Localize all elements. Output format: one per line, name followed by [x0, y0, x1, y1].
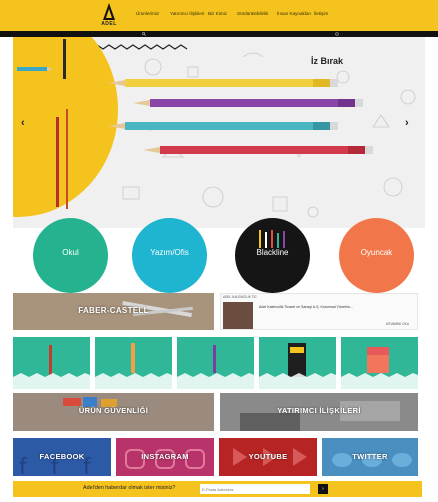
category-oyuncak[interactable]: Oyuncak [339, 218, 414, 293]
product-pencil-image [13, 345, 90, 389]
news-thumbnail[interactable] [223, 302, 253, 329]
newsletter-email-input[interactable] [200, 484, 310, 494]
twitter-label: TWITTER [352, 452, 388, 461]
category-label: Okul [62, 248, 79, 257]
hero-slider[interactable]: İz Bırak ‹ › [13, 37, 425, 228]
nav-item-about[interactable]: Biz Kimiz [208, 11, 227, 16]
newsletter-text: Adel'den haberdar olmak ister misiniz? [83, 485, 176, 491]
product-tile-2[interactable] [95, 337, 172, 389]
category-yazim-ofis[interactable]: Yazım/Ofis [132, 218, 207, 293]
search-icon[interactable] [142, 32, 146, 36]
newsletter-submit-button[interactable]: › [318, 484, 328, 494]
faber-castell-label: FABER-CASTELL [78, 306, 149, 315]
investor-relations-banner[interactable]: YATIRIMCI İLİŞKİLERİ [220, 393, 418, 431]
hero-pencils [17, 39, 373, 209]
nav-item-hr[interactable]: İnsan Kaynakları [277, 11, 311, 16]
product-safety-banner[interactable]: ÜRÜN GÜVENLİĞİ [13, 393, 214, 431]
category-okul[interactable]: Okul [33, 218, 108, 293]
nav-item-investor[interactable]: Yatırımcı İlişkileri [170, 11, 204, 16]
slider-prev-arrow[interactable]: ‹ [21, 117, 25, 129]
product-tile-1[interactable] [13, 337, 90, 389]
product-tile-5[interactable] [341, 337, 418, 389]
slider-next-arrow[interactable]: › [405, 117, 409, 129]
instagram-tile[interactable]: INSTAGRAM [116, 438, 214, 476]
news-read-more-link[interactable]: DEVAMINI OKU [386, 322, 409, 326]
youtube-tile[interactable]: YOUTUBE [219, 438, 317, 476]
blackline-pencils-icon [259, 230, 285, 248]
facebook-tile[interactable]: f f f FACEBOOK [13, 438, 111, 476]
investor-relations-label: YATIRIMCI İLİŞKİLERİ [277, 406, 361, 415]
news-text[interactable]: Adel Kalemcilik Ticaret ve Sanayi A.Ş. K… [259, 305, 353, 309]
category-blackline[interactable]: Blackline [235, 218, 310, 293]
newsletter-bar: Adel'den haberdar olmak ister misiniz? › [13, 481, 422, 497]
news-box: ADEL KALEMCİLİK TİC Adel Kalemcilik Tica… [220, 293, 418, 330]
product-tile-4[interactable] [259, 337, 336, 389]
facebook-label: FACEBOOK [39, 452, 85, 461]
nav-item-contact[interactable]: İletişim [314, 11, 328, 16]
product-pen-image [95, 343, 172, 389]
instagram-label: INSTAGRAM [141, 452, 189, 461]
site-header: ADEL Ürünlerimiz Yatırımcı İlişkileri Bi… [0, 0, 438, 31]
product-pencil-box-image [259, 343, 336, 389]
logo-icon [103, 3, 115, 20]
globe-icon[interactable] [335, 32, 339, 36]
twitter-tile[interactable]: TWITTER [322, 438, 418, 476]
category-label: Blackline [256, 248, 289, 257]
faber-castell-banner[interactable]: FABER-CASTELL [13, 293, 214, 330]
brand-logo[interactable]: ADEL [98, 3, 120, 29]
news-heading: ADEL KALEMCİLİK TİC [223, 295, 257, 299]
nav-item-sustainability[interactable]: Sürdürülebilirlik [237, 11, 268, 16]
product-safety-label: ÜRÜN GÜVENLİĞİ [78, 406, 149, 415]
product-marker-image [177, 345, 254, 389]
product-tile-3[interactable] [177, 337, 254, 389]
nav-item-products[interactable]: Ürünlerimiz [136, 11, 159, 16]
hero-title: İz Bırak [311, 56, 344, 66]
logo-text: ADEL [101, 21, 117, 27]
category-label: Yazım/Ofis [150, 248, 189, 257]
category-label: Oyuncak [360, 248, 393, 257]
product-eraser-image [341, 347, 418, 389]
youtube-label: YOUTUBE [248, 452, 288, 461]
